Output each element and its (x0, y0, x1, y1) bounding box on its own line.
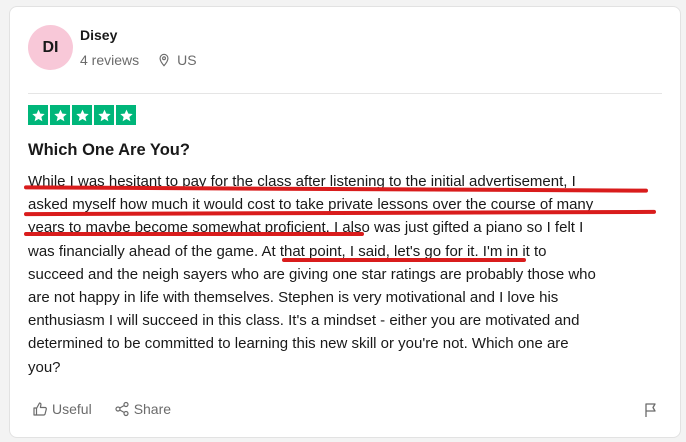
review-line: years to maybe become somewhat proficien… (28, 219, 584, 237)
review-count: 4 reviews (80, 52, 140, 68)
reviewer-meta: 4 reviews US (80, 51, 197, 69)
star-icon (116, 105, 136, 125)
underline-annotation (282, 258, 526, 262)
review-line: enthusiasm I will succeed in this class.… (28, 312, 580, 330)
share-icon (115, 401, 129, 417)
divider (28, 93, 662, 94)
review-line: you? (28, 358, 61, 376)
star-icon (72, 105, 92, 125)
reviewer-name[interactable]: Disey (80, 27, 117, 43)
share-label: Share (133, 401, 172, 417)
review-body: While I was hesitant to pay for the clas… (28, 170, 668, 379)
review-card: DI Disey 4 reviews US Which One Are You?… (9, 6, 681, 438)
review-line: are not happy in life with themselves. S… (28, 289, 559, 307)
thumbs-up-icon (33, 402, 47, 416)
review-line: determined to be committed to learning t… (28, 335, 569, 353)
flag-icon[interactable] (642, 401, 660, 419)
underline-annotation (24, 232, 364, 236)
star-icon (28, 105, 48, 125)
useful-button[interactable]: Useful (32, 401, 92, 417)
useful-label: Useful (52, 401, 92, 417)
location-pin-icon (159, 53, 169, 67)
reviewer-country: US (177, 52, 197, 68)
avatar[interactable]: DI (28, 25, 73, 70)
star-icon (50, 105, 70, 125)
review-line: succeed and the neigh sayers who are giv… (28, 265, 596, 283)
star-icon (94, 105, 114, 125)
star-rating (28, 105, 136, 125)
review-actions: Useful Share (32, 401, 171, 417)
share-button[interactable]: Share (114, 401, 171, 417)
review-title[interactable]: Which One Are You? (28, 141, 190, 160)
